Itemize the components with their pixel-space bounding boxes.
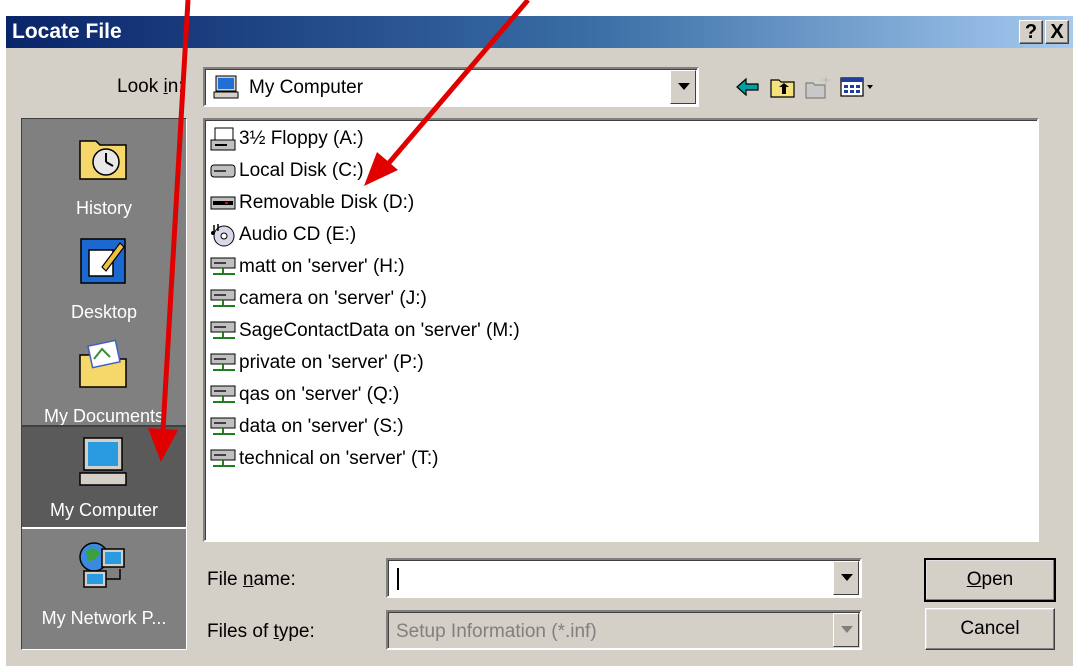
network-drive-icon — [210, 417, 236, 435]
help-button[interactable]: ? — [1019, 20, 1043, 44]
file-name: Removable Disk (D:) — [239, 192, 415, 213]
file-name: technical on 'server' (T:) — [239, 448, 439, 469]
network-drive-icon — [210, 321, 236, 339]
place-label: Desktop — [70, 302, 138, 322]
place-history[interactable]: History — [22, 121, 186, 225]
list-item[interactable]: Local Disk (C:) — [209, 156, 364, 186]
my-computer-icon — [79, 437, 127, 486]
list-item[interactable]: private on 'server' (P:) — [209, 348, 424, 378]
cancel-button[interactable]: Cancel — [925, 608, 1055, 650]
places-bar: History Desktop My Documents My Computer… — [21, 118, 187, 650]
list-item[interactable]: 3½ Floppy (A:) — [209, 124, 364, 154]
look-in-dropdown[interactable]: My Computer — [203, 67, 699, 107]
open-button[interactable]: Open — [924, 558, 1056, 602]
view-menu-icon[interactable] — [838, 72, 878, 102]
floppy-drive-icon — [210, 127, 236, 151]
file-type-dropdown-arrow — [833, 613, 859, 647]
desktop-icon — [80, 238, 126, 284]
list-item[interactable]: Audio CD (E:) — [209, 220, 356, 250]
back-icon[interactable] — [733, 72, 763, 102]
file-name: SageContactData on 'server' (M:) — [239, 320, 520, 341]
file-name: Local Disk (C:) — [239, 160, 364, 181]
network-drive-icon — [210, 449, 236, 467]
place-desktop[interactable]: Desktop — [22, 225, 186, 329]
file-name: 3½ Floppy (A:) — [239, 128, 364, 149]
file-name-dropdown-arrow[interactable] — [833, 561, 859, 595]
list-item[interactable]: camera on 'server' (J:) — [209, 284, 427, 314]
file-name: private on 'server' (P:) — [239, 352, 424, 373]
place-my-documents[interactable]: My Documents — [22, 329, 186, 433]
text-caret — [397, 568, 399, 590]
file-name: matt on 'server' (H:) — [239, 256, 405, 277]
my-computer-icon — [213, 75, 239, 99]
my-documents-icon — [79, 339, 127, 388]
left-margin — [0, 16, 6, 666]
list-item[interactable]: Removable Disk (D:) — [209, 188, 414, 218]
list-item[interactable]: technical on 'server' (T:) — [209, 444, 438, 474]
place-label: My Documents — [43, 406, 165, 426]
place-label: My Network P... — [41, 608, 167, 628]
file-name: Audio CD (E:) — [239, 224, 357, 245]
look-in-dropdown-arrow[interactable] — [670, 70, 696, 104]
list-item[interactable]: SageContactData on 'server' (M:) — [209, 316, 520, 346]
look-in-label: Look in: — [117, 76, 184, 97]
file-name-input[interactable] — [386, 558, 862, 598]
file-name: data on 'server' (S:) — [239, 416, 404, 437]
file-type-dropdown: Setup Information (*.inf) — [386, 610, 862, 650]
network-drive-icon — [210, 353, 236, 371]
network-drive-icon — [210, 257, 236, 275]
list-item[interactable]: qas on 'server' (Q:) — [209, 380, 399, 410]
removable-disk-icon — [210, 196, 236, 210]
history-icon — [79, 140, 127, 180]
place-my-computer[interactable]: My Computer — [22, 425, 186, 529]
new-folder-icon[interactable] — [803, 72, 833, 102]
file-type-label: Files of type: — [207, 621, 315, 642]
file-name-label: File name: — [207, 569, 296, 590]
hard-disk-icon — [210, 164, 236, 178]
file-name: qas on 'server' (Q:) — [239, 384, 400, 405]
file-list[interactable]: 3½ Floppy (A:) Local Disk (C:) Removable… — [203, 118, 1039, 542]
file-type-value: Setup Information (*.inf) — [396, 621, 597, 642]
audio-cd-icon — [211, 224, 235, 247]
network-drive-icon — [210, 289, 236, 307]
top-margin — [0, 0, 1073, 16]
file-name: camera on 'server' (J:) — [239, 288, 427, 309]
place-label: My Computer — [49, 500, 159, 520]
list-item[interactable]: data on 'server' (S:) — [209, 412, 404, 442]
list-item[interactable]: matt on 'server' (H:) — [209, 252, 405, 282]
place-label: History — [75, 198, 132, 218]
place-network[interactable]: My Network P... — [22, 531, 186, 635]
network-drive-icon — [210, 385, 236, 403]
up-folder-icon[interactable] — [768, 72, 798, 102]
title-bar[interactable]: Locate File ? X — [6, 16, 1073, 48]
look-in-value: My Computer — [249, 77, 364, 98]
locate-file-dialog: Locate File ? X Look in: My Computer His… — [0, 0, 1073, 666]
network-places-icon — [79, 542, 125, 588]
close-button[interactable]: X — [1045, 20, 1069, 44]
window-title: Locate File — [12, 20, 122, 43]
